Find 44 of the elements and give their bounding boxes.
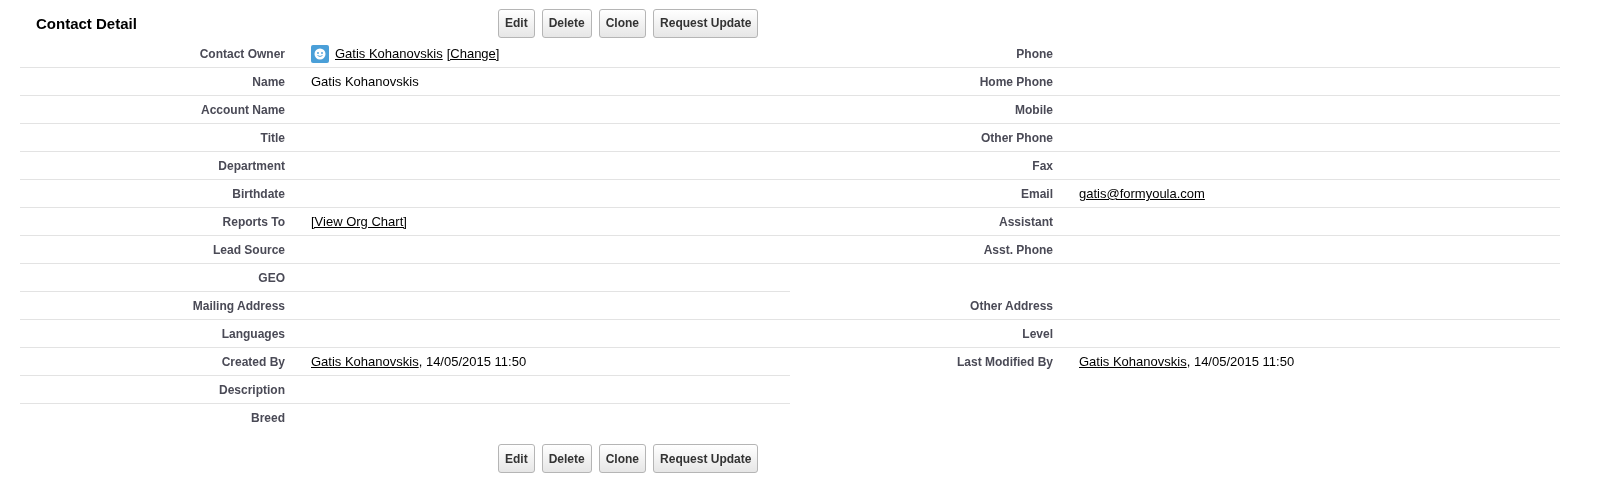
field-label: Birthdate xyxy=(232,186,285,201)
field-label: Description xyxy=(219,382,285,397)
timestamp: , 14/05/2015 11:50 xyxy=(1186,354,1295,369)
field-label: Name xyxy=(252,74,285,89)
action-button[interactable]: Delete xyxy=(541,444,592,473)
field-label: Home Phone xyxy=(979,74,1053,89)
field-label: Created By xyxy=(221,354,285,369)
field-label: Department xyxy=(218,158,285,173)
action-button[interactable]: Edit xyxy=(498,8,535,38)
action-button[interactable]: Request Update xyxy=(653,444,759,473)
field-label: GEO xyxy=(258,270,285,285)
section-title: Contact Detail xyxy=(36,14,138,32)
record-link[interactable]: Gatis Kohanovskis xyxy=(1079,354,1187,369)
field-label: Title xyxy=(260,130,285,145)
field-label: Phone xyxy=(1016,46,1053,61)
field-label: Reports To xyxy=(222,214,285,229)
record-link[interactable]: Gatis Kohanovskis xyxy=(335,46,443,61)
field-label: Last Modified By xyxy=(957,354,1053,369)
user-avatar-icon xyxy=(311,44,329,63)
field-label: Fax xyxy=(1032,158,1053,173)
action-button[interactable]: Request Update xyxy=(653,8,759,38)
field-label: Languages xyxy=(221,326,285,341)
field-label: Lead Source xyxy=(212,242,285,257)
field-label: Email xyxy=(1021,186,1053,201)
field-label: Other Address xyxy=(970,298,1053,313)
field-label: Other Phone xyxy=(981,130,1053,145)
field-label: Contact Owner xyxy=(199,46,285,61)
record-link[interactable]: gatis@formyoula.com xyxy=(1079,186,1205,201)
field-label: Mailing Address xyxy=(192,298,285,313)
field-label: Account Name xyxy=(200,102,285,117)
field-label: Mobile xyxy=(1015,102,1053,117)
field-label: Breed xyxy=(251,410,285,425)
record-link[interactable]: Gatis Kohanovskis xyxy=(311,354,419,369)
action-button[interactable]: Delete xyxy=(541,8,592,38)
timestamp: , 14/05/2015 11:50 xyxy=(418,354,527,369)
action-button[interactable]: Clone xyxy=(598,8,647,38)
field-label: Level xyxy=(1022,326,1053,341)
action-button[interactable]: Edit xyxy=(498,444,535,473)
record-link[interactable]: [View Org Chart] xyxy=(311,214,407,229)
field-label: Assistant xyxy=(998,214,1053,229)
field-label: Asst. Phone xyxy=(983,242,1053,257)
action-button[interactable]: Clone xyxy=(598,444,647,473)
record-link[interactable]: [Change] xyxy=(446,46,500,61)
field-value: Gatis Kohanovskis xyxy=(311,74,419,89)
